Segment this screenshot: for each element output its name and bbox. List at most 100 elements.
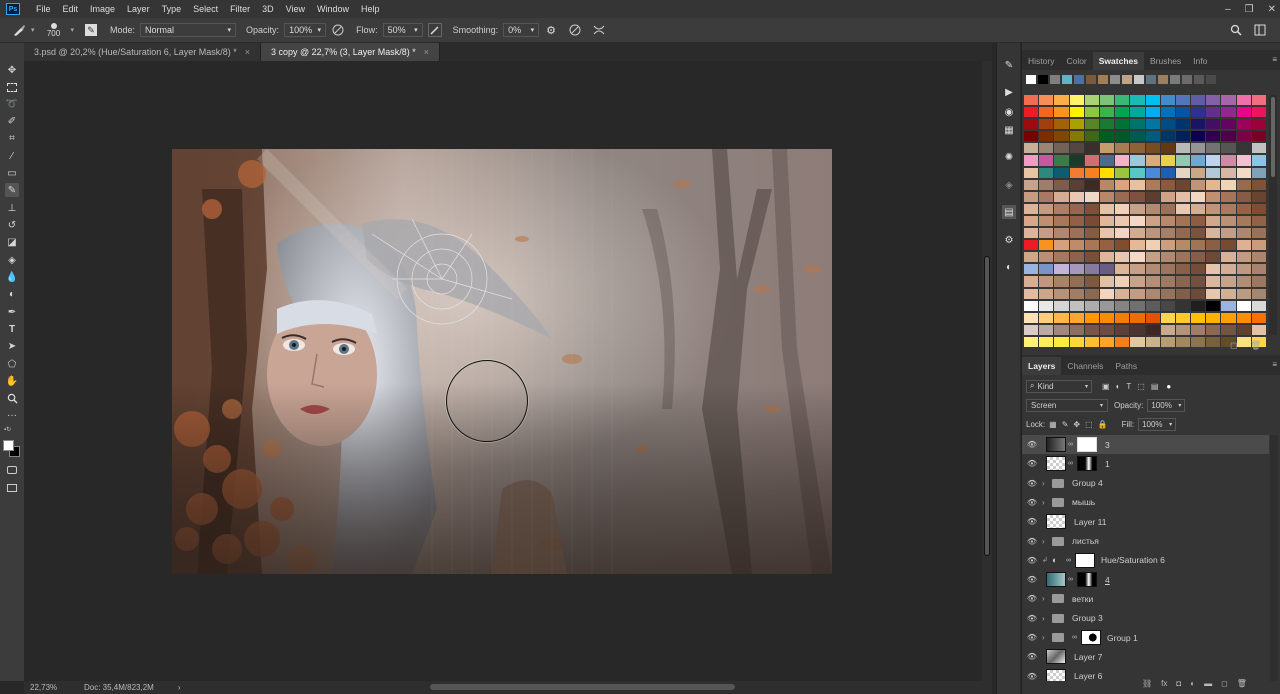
quick-mask-icon[interactable]: [5, 463, 19, 477]
swatch[interactable]: [1130, 312, 1146, 324]
swatch[interactable]: [1099, 215, 1116, 228]
brush-panel-toggle-icon[interactable]: ✎: [85, 24, 98, 36]
swatch[interactable]: [1236, 228, 1252, 240]
tab-brushes[interactable]: Brushes: [1144, 52, 1187, 70]
swatch[interactable]: [1175, 143, 1192, 155]
type-tool-icon[interactable]: T: [5, 322, 19, 336]
swatch[interactable]: [1054, 191, 1070, 203]
swatch[interactable]: [1251, 107, 1267, 119]
swatch[interactable]: [1054, 143, 1070, 155]
swatch[interactable]: [1084, 131, 1100, 143]
swatch[interactable]: [1084, 95, 1100, 107]
chevron-down-icon[interactable]: ▾: [31, 26, 35, 34]
tab-layers[interactable]: Layers: [1022, 357, 1062, 375]
swatch[interactable]: [1084, 107, 1100, 119]
swatch[interactable]: [1054, 264, 1070, 276]
swatch[interactable]: [1221, 324, 1237, 336]
recent-swatch[interactable]: [1194, 75, 1204, 84]
swatch[interactable]: [1099, 131, 1116, 143]
swatch[interactable]: [1175, 300, 1192, 312]
swatch[interactable]: [1145, 215, 1161, 228]
swatch[interactable]: [1084, 264, 1100, 276]
swatch[interactable]: [1145, 203, 1161, 215]
swatch[interactable]: [1160, 312, 1176, 324]
swatch[interactable]: [1099, 203, 1116, 215]
layer-row[interactable]: 👁 ∞ 1: [1022, 454, 1269, 473]
swatch[interactable]: [1069, 324, 1085, 336]
trash-icon[interactable]: 🗑: [1237, 679, 1247, 688]
swatch[interactable]: [1160, 95, 1176, 107]
swatch[interactable]: [1251, 179, 1267, 191]
swatch[interactable]: [1069, 228, 1085, 240]
swatch[interactable]: [1251, 252, 1267, 264]
clone-stamp-tool-icon[interactable]: ⊥: [5, 201, 19, 215]
swatch[interactable]: [1024, 191, 1040, 203]
swatch[interactable]: [1099, 336, 1116, 348]
swatch[interactable]: [1191, 203, 1207, 215]
eyedropper-tool-icon[interactable]: ⁄: [5, 149, 19, 163]
swatch[interactable]: [1160, 131, 1176, 143]
scroll-thumb[interactable]: [984, 256, 990, 556]
trash-icon[interactable]: 🗑: [1250, 340, 1261, 351]
swatch[interactable]: [1175, 240, 1192, 252]
swatch[interactable]: [1236, 324, 1252, 336]
swatch[interactable]: [1206, 155, 1222, 167]
swatch[interactable]: [1221, 300, 1237, 312]
tab-3-copy[interactable]: 3 copy @ 22,7% (3, Layer Mask/8) * ×: [261, 43, 440, 61]
link-icon[interactable]: ∞: [1066, 557, 1073, 564]
swatch[interactable]: [1039, 228, 1055, 240]
status-menu-arrow[interactable]: ›: [178, 683, 181, 692]
swatch[interactable]: [1175, 228, 1192, 240]
swatch[interactable]: [1191, 191, 1207, 203]
swatch[interactable]: [1099, 276, 1116, 288]
swatch[interactable]: [1069, 336, 1085, 348]
swatch[interactable]: [1191, 240, 1207, 252]
swatch[interactable]: [1024, 276, 1040, 288]
recent-swatch[interactable]: [1206, 75, 1216, 84]
close-window-icon[interactable]: ✕: [1268, 4, 1276, 15]
swatch[interactable]: [1145, 228, 1161, 240]
swatch[interactable]: [1221, 252, 1237, 264]
visibility-eye-icon[interactable]: 👁: [1022, 459, 1042, 468]
lock-artboard-icon[interactable]: ⬚: [1085, 420, 1093, 429]
flow-input[interactable]: 50% ▾: [382, 23, 423, 37]
swatch[interactable]: [1221, 155, 1237, 167]
healing-brush-tool-icon[interactable]: ▭: [5, 166, 19, 180]
vertical-scrollbar[interactable]: [982, 61, 992, 681]
dodge-tool-icon[interactable]: ◐: [5, 287, 19, 301]
swatch[interactable]: [1069, 95, 1085, 107]
swatch[interactable]: [1024, 240, 1040, 252]
swatch[interactable]: [1084, 191, 1100, 203]
layer-row[interactable]: 👁 Layer 11: [1022, 512, 1269, 531]
swatch[interactable]: [1160, 155, 1176, 167]
swatch[interactable]: [1206, 131, 1222, 143]
swatch[interactable]: [1024, 203, 1040, 215]
brush-size-picker[interactable]: 700: [43, 22, 65, 38]
layer-row[interactable]: 👁 › листья: [1022, 532, 1269, 551]
swatch[interactable]: [1251, 155, 1267, 167]
swatch[interactable]: [1221, 95, 1237, 107]
swatch[interactable]: [1054, 203, 1070, 215]
swatch[interactable]: [1175, 131, 1192, 143]
recent-swatch[interactable]: [1062, 75, 1072, 84]
swatch[interactable]: [1115, 336, 1131, 348]
swatch[interactable]: [1191, 155, 1207, 167]
swatch[interactable]: [1206, 119, 1222, 131]
swatch[interactable]: [1191, 312, 1207, 324]
swatch[interactable]: [1024, 107, 1040, 119]
swatch[interactable]: [1175, 155, 1192, 167]
properties-icon[interactable]: ⚙: [1002, 233, 1016, 247]
swatch[interactable]: [1221, 312, 1237, 324]
tab-3-psd[interactable]: 3.psd @ 20,2% (Hue/Saturation 6, Layer M…: [24, 43, 262, 61]
swatch[interactable]: [1084, 240, 1100, 252]
swatch[interactable]: [1130, 228, 1146, 240]
swatch[interactable]: [1039, 252, 1055, 264]
swatch[interactable]: [1221, 203, 1237, 215]
swatch[interactable]: [1221, 264, 1237, 276]
swatch[interactable]: [1054, 107, 1070, 119]
swatch[interactable]: [1069, 300, 1085, 312]
recent-swatch[interactable]: [1110, 75, 1120, 84]
visibility-eye-icon[interactable]: 👁: [1022, 633, 1042, 642]
menu-type[interactable]: Type: [156, 4, 188, 14]
swatch[interactable]: [1145, 240, 1161, 252]
